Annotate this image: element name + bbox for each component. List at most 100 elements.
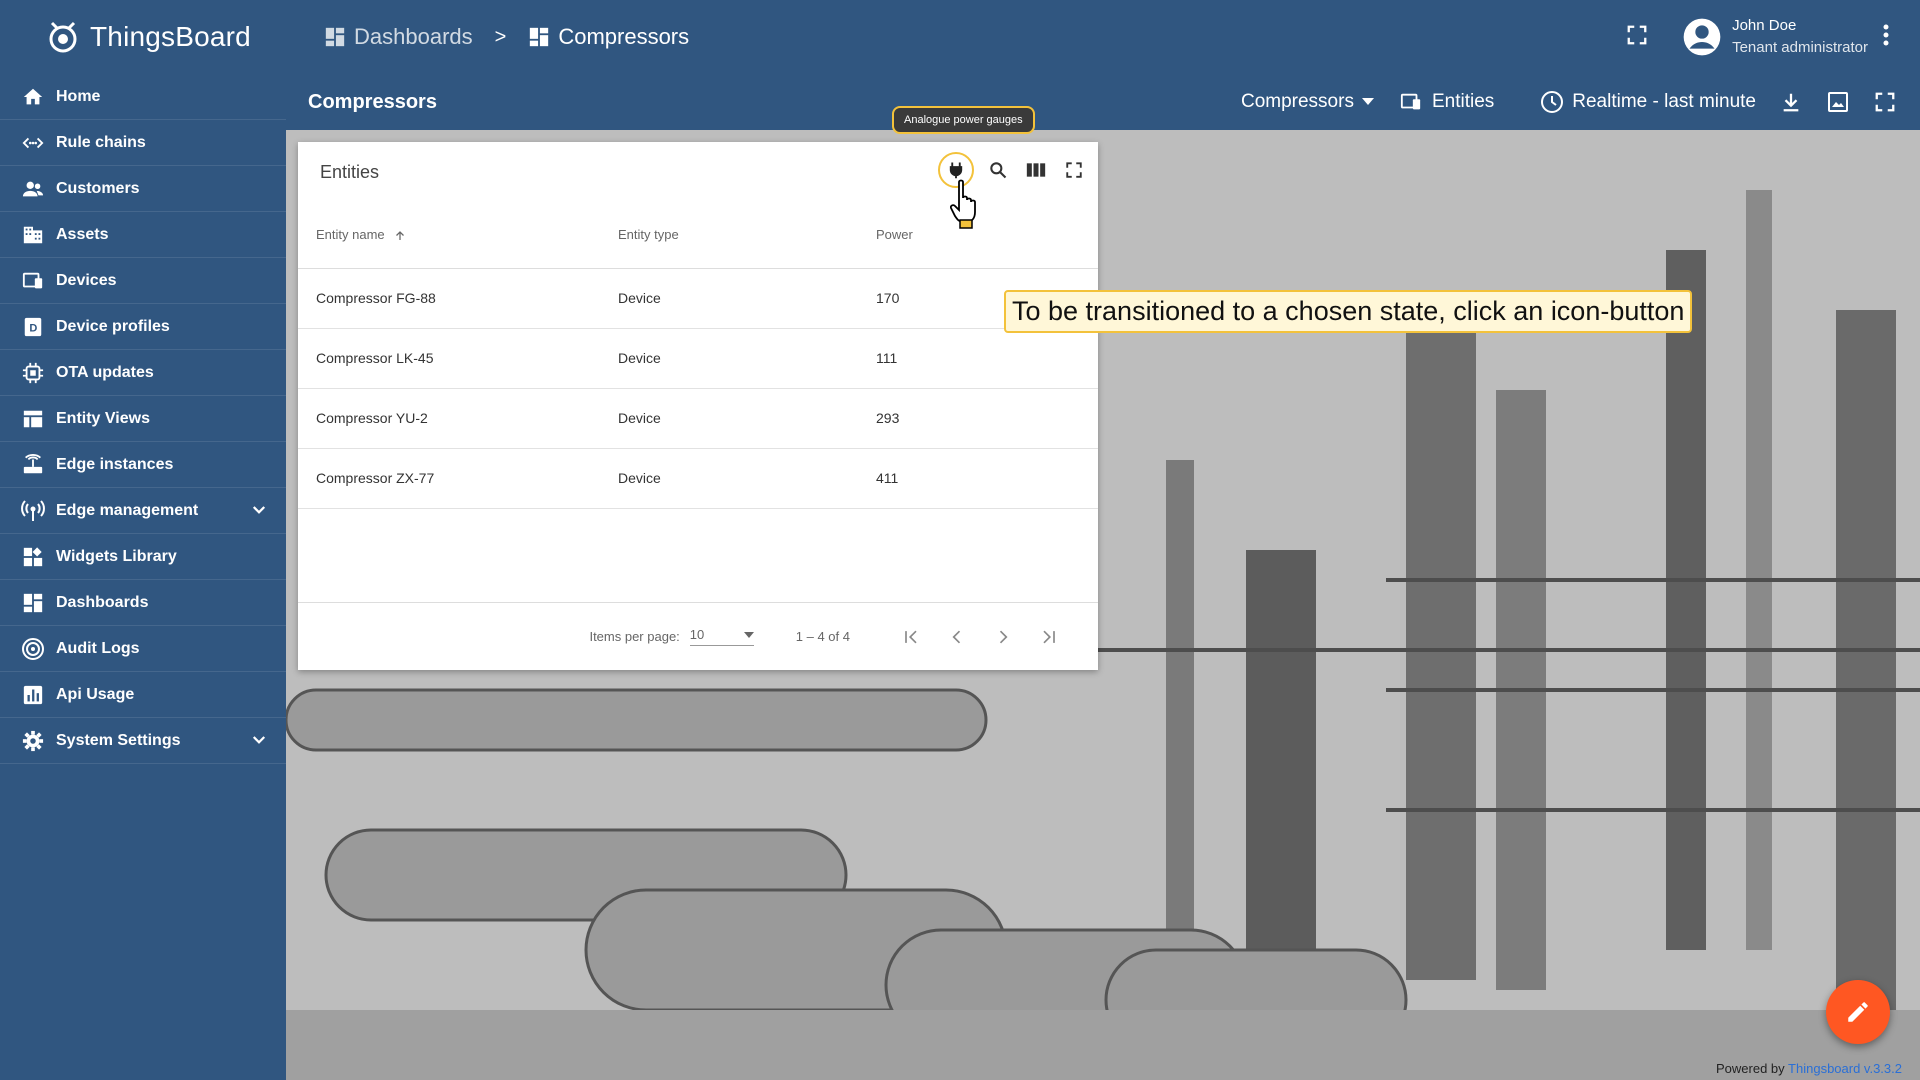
dashboard-fullscreen-button[interactable] <box>1874 91 1896 113</box>
sidebar-item-home[interactable]: Home <box>0 74 286 120</box>
search-icon <box>990 162 1007 179</box>
sidebar-item-edge-instances[interactable]: Edge instances <box>0 442 286 488</box>
entities-label: Entities <box>1431 91 1495 112</box>
previous-page-button[interactable] <box>934 627 980 647</box>
sidebar-item-label: Assets <box>56 225 109 243</box>
home-icon <box>20 84 46 110</box>
chevron-left-icon <box>952 630 961 643</box>
sidebar-item-label: Device profiles <box>56 317 170 335</box>
hand-cursor-icon <box>950 179 976 229</box>
chevron-right-icon <box>999 630 1008 643</box>
entities-button[interactable]: Entities <box>1398 91 1494 113</box>
sidebar-item-customers[interactable]: Customers <box>0 166 286 212</box>
entity-name-cell: Compressor YU-2 <box>298 388 618 449</box>
first-page-button[interactable] <box>888 627 934 647</box>
caret-down-icon <box>743 631 754 638</box>
caret-down-icon <box>1361 98 1374 105</box>
table-row[interactable]: Compressor LK-45 Device 111 <box>298 328 1098 389</box>
column-header-entity-type[interactable]: Entity type <box>618 202 876 269</box>
edit-dashboard-button[interactable] <box>1826 980 1890 1044</box>
sidebar-item-assets[interactable]: Assets <box>0 212 286 258</box>
items-per-page-select[interactable]: 10 <box>689 627 754 646</box>
sidebar-item-devices[interactable]: Devices <box>0 258 286 304</box>
pencil-icon <box>1848 1002 1868 1022</box>
api-usage-icon <box>20 682 46 708</box>
table-row[interactable]: Compressor ZX-77 Device 411 <box>298 448 1098 509</box>
column-header-power[interactable]: Power <box>876 202 1098 269</box>
table-row[interactable]: Compressor YU-2 Device 293 <box>298 388 1098 449</box>
download-icon <box>1783 93 1799 112</box>
power-cell: 111 <box>876 328 1098 389</box>
state-select-label: Compressors <box>1240 91 1354 112</box>
ota-icon <box>20 360 46 386</box>
power-cell: 293 <box>876 388 1098 449</box>
clock-icon <box>1541 91 1564 113</box>
button-tooltip: Analogue power gauges <box>892 106 1035 134</box>
entity-type-cell: Device <box>618 388 876 449</box>
state-select[interactable]: Compressors <box>1241 91 1374 113</box>
sidebar-item-ota-updates[interactable]: OTA updates <box>0 350 286 396</box>
first-page-icon <box>905 630 917 643</box>
customers-icon <box>20 176 46 202</box>
sidebar-item-label: Devices <box>56 271 117 289</box>
sidebar-item-label: Audit Logs <box>56 639 140 657</box>
entity-type-cell: Device <box>618 268 876 329</box>
thingsboard-version-link[interactable]: Thingsboard v.3.3.2 <box>1788 1061 1902 1076</box>
app-logo[interactable]: ThingsBoard <box>0 0 286 74</box>
next-page-button[interactable] <box>980 627 1026 647</box>
edge-management-icon <box>20 498 46 524</box>
instruction-callout: To be transitioned to a chosen state, cl… <box>1004 290 1693 333</box>
export-image-button[interactable] <box>1826 90 1850 114</box>
sidebar-item-entity-views[interactable]: Entity Views <box>0 396 286 442</box>
sidebar-item-system-settings[interactable]: System Settings <box>0 718 286 764</box>
breadcrumb-current: Compressors <box>528 24 689 50</box>
sidebar-item-device-profiles[interactable]: D Device profiles <box>0 304 286 350</box>
last-page-button[interactable] <box>1026 627 1072 647</box>
last-page-icon <box>1043 630 1055 643</box>
sidebar-item-label: Edge instances <box>56 455 174 473</box>
sidebar-item-widgets-library[interactable]: Widgets Library <box>0 534 286 580</box>
paginator: Items per page: 10 1 – 4 of 4 <box>298 602 1098 670</box>
user-menu[interactable]: John Doe Tenant administrator <box>1682 15 1868 59</box>
chevron-down-icon[interactable] <box>250 731 268 754</box>
image-export-icon <box>1828 92 1848 112</box>
chevron-down-icon[interactable] <box>250 501 268 524</box>
sidebar-item-label: OTA updates <box>56 363 154 381</box>
top-right-actions: John Doe Tenant administrator <box>1626 0 1920 74</box>
audit-icon <box>20 636 46 662</box>
entity-views-icon <box>20 406 46 432</box>
sidebar-item-rule-chains[interactable]: Rule chains <box>0 120 286 166</box>
widgets-icon <box>20 544 46 570</box>
timewindow-button[interactable]: Realtime - last minute <box>1540 90 1756 114</box>
sidebar-item-edge-management[interactable]: Edge management <box>0 488 286 534</box>
fullscreen-icon <box>1066 162 1082 178</box>
entity-name-cell: Compressor FG-88 <box>298 268 618 329</box>
dashboard-toolbar: Compressors Compressors Entities Realtim… <box>286 74 1920 130</box>
sidebar-item-label: Customers <box>56 179 140 197</box>
more-vert-icon[interactable] <box>1882 23 1890 52</box>
breadcrumb-separator: > <box>494 25 507 48</box>
items-per-page-label: Items per page: <box>589 629 680 644</box>
table-row[interactable]: Compressor FG-88 Device 170 <box>298 268 1098 329</box>
widget-fullscreen-button[interactable] <box>1060 156 1088 184</box>
power-cell: 411 <box>876 448 1098 509</box>
entity-name-cell: Compressor ZX-77 <box>298 448 618 509</box>
search-button[interactable] <box>984 156 1012 184</box>
sidebar-item-api-usage[interactable]: Api Usage <box>0 672 286 718</box>
sidebar-item-dashboards[interactable]: Dashboards <box>0 580 286 626</box>
dashboards-icon <box>325 27 345 47</box>
sidebar-item-label: Widgets Library <box>56 547 177 565</box>
settings-icon <box>20 728 46 754</box>
fullscreen-icon[interactable] <box>1626 24 1648 51</box>
sidebar-item-label: System Settings <box>56 731 181 749</box>
svg-text:D: D <box>29 322 37 334</box>
top-bar: Dashboards > Compressors John Doe Tenant… <box>286 0 1920 74</box>
download-button[interactable] <box>1780 91 1802 113</box>
sidebar-item-label: Rule chains <box>56 133 146 151</box>
sidebar-item-audit-logs[interactable]: Audit Logs <box>0 626 286 672</box>
column-header-entity-name[interactable]: Entity name <box>298 202 618 269</box>
columns-button[interactable] <box>1022 156 1050 184</box>
sidebar-item-label: Api Usage <box>56 685 135 703</box>
entity-type-cell: Device <box>618 448 876 509</box>
breadcrumb-dashboards[interactable]: Dashboards <box>324 24 473 50</box>
